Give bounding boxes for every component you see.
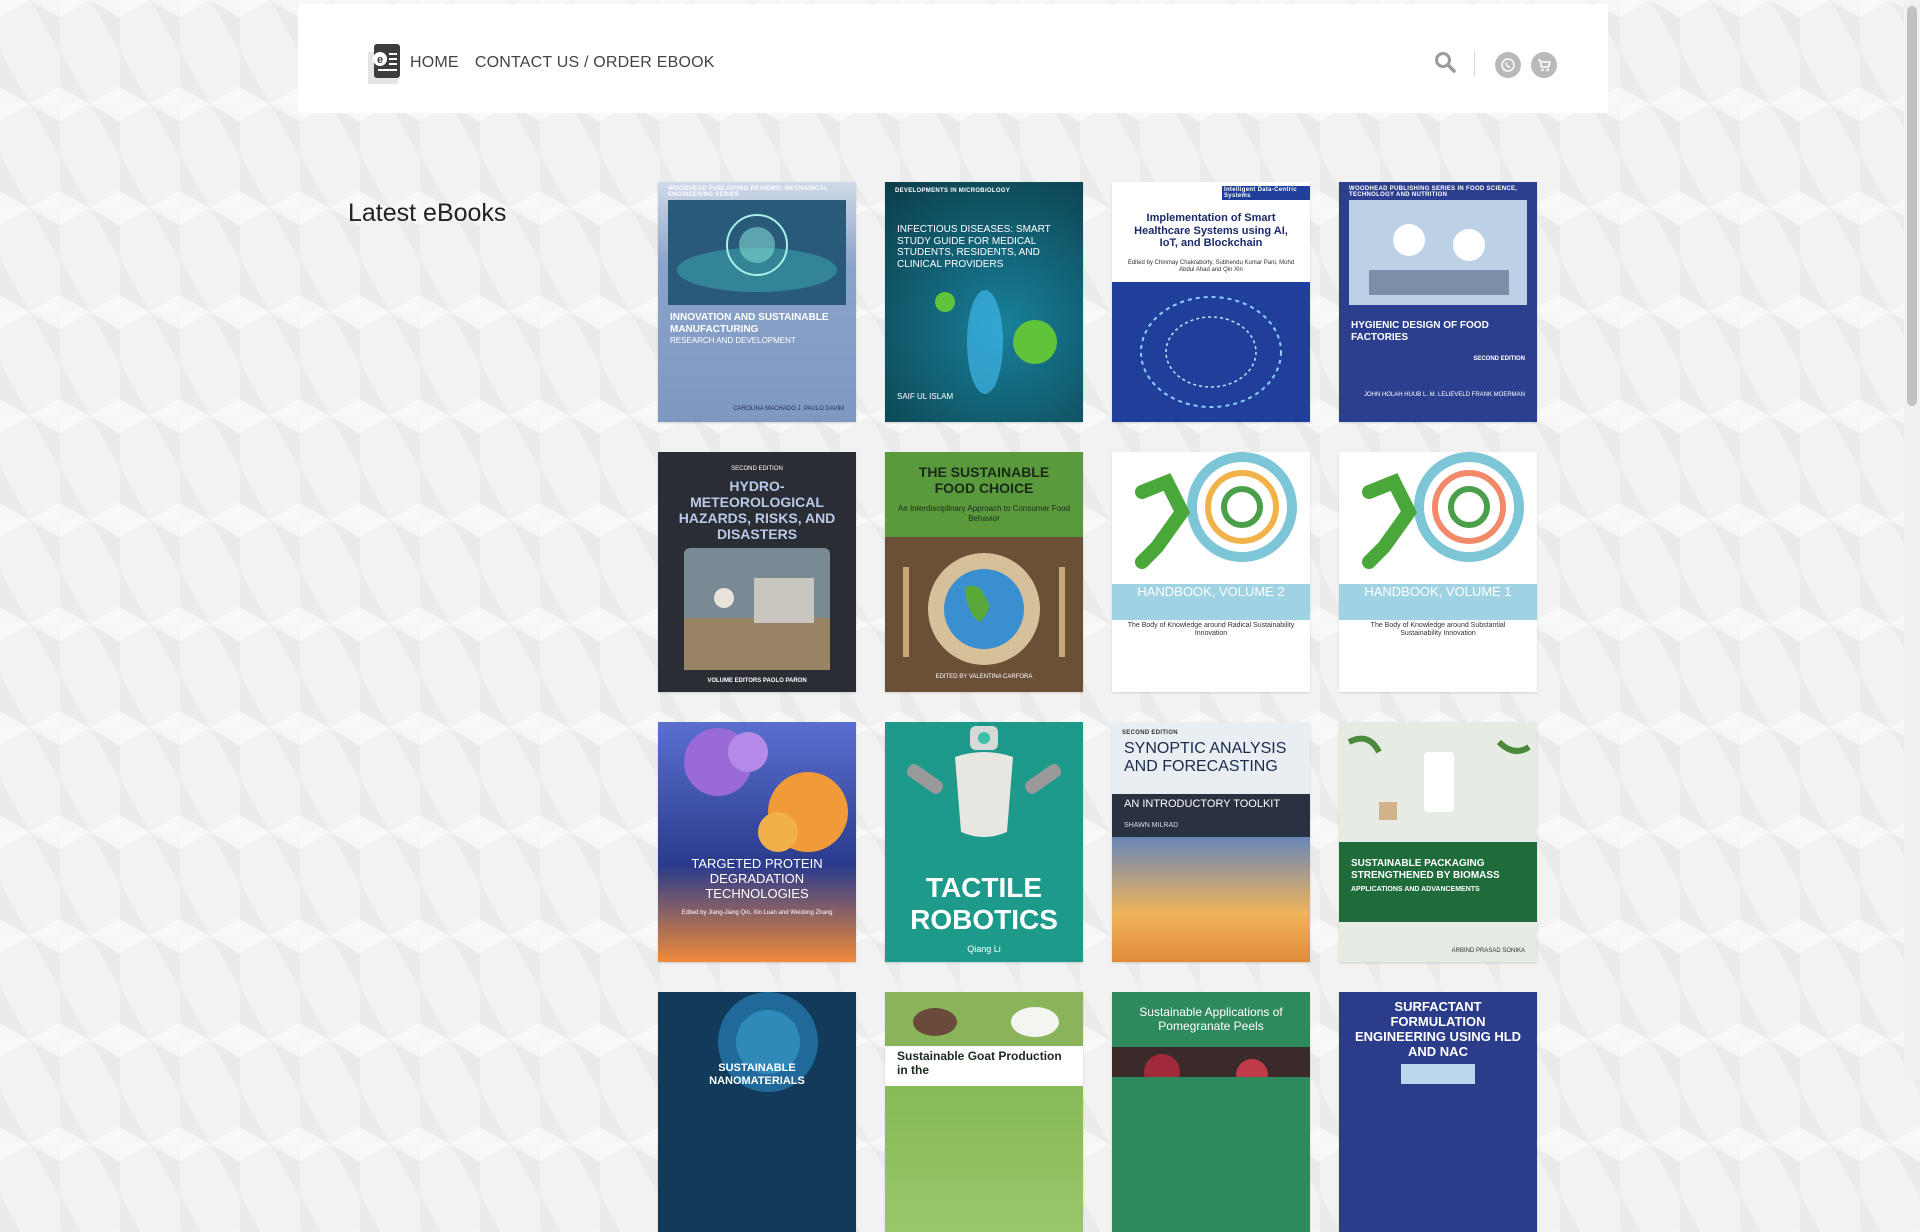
search-icon[interactable] (1434, 51, 1456, 73)
runner-wheel-illustration (1135, 452, 1297, 569)
book-card[interactable]: TARGETED PROTEIN DEGRADATION TECHNOLOGIE… (658, 722, 856, 962)
book-card[interactable]: TACTILE ROBOTICS Qiang Li (885, 722, 1083, 962)
ebook-logo-icon[interactable]: e (366, 42, 402, 86)
book-card[interactable]: WOODHEAD PUBLISHING REVIEWS: MECHANICAL … (658, 182, 856, 422)
book-card[interactable]: Intelligent Data-Centric Systems Impleme… (1112, 182, 1310, 422)
section-title: Latest eBooks (348, 198, 507, 227)
protein-illustration (684, 728, 848, 852)
page-scrollbar[interactable] (1904, 0, 1920, 1080)
book-card[interactable]: Sustainable Applications of Pomegranate … (1112, 992, 1310, 1232)
nav-home-link[interactable]: HOME (410, 54, 459, 72)
packaging-photo (1339, 722, 1537, 842)
runner-wheel-illustration (1362, 452, 1524, 569)
book-card[interactable]: THE SUSTAINABILITY HANDBOOK, VOLUME 1 Th… (1339, 452, 1537, 692)
nav-contact-link[interactable]: CONTACT US / ORDER EBOOK (475, 54, 715, 72)
cover-image (1401, 1064, 1475, 1084)
book-card[interactable]: SURFACTANT FORMULATION ENGINEERING USING… (1339, 992, 1537, 1232)
factory-photo (1349, 200, 1527, 305)
header-divider (1474, 50, 1475, 76)
circuit-brain-image (1112, 282, 1310, 422)
earth-plate-illustration (885, 537, 1083, 692)
book-card[interactable]: SUSTAINABLE NANOMATERIALS (658, 992, 856, 1232)
virus-illustration (935, 290, 1057, 394)
pomegranate-photo (1112, 1047, 1310, 1077)
site-header: e HOME CONTACT US / ORDER EBOOK (298, 4, 1608, 113)
book-card[interactable]: SUSTAINABLE PACKAGING STRENGTHENED BY BI… (1339, 722, 1537, 962)
goats-photo (885, 992, 1083, 1052)
robot-illustration (906, 726, 1062, 837)
book-card[interactable]: SECOND EDITION SYNOPTIC ANALYSIS AND FOR… (1112, 722, 1310, 962)
svg-text:e: e (377, 54, 383, 66)
main-nav: HOME CONTACT US / ORDER EBOOK (410, 54, 715, 72)
cart-icon[interactable] (1531, 52, 1557, 78)
book-cover-image (668, 200, 846, 305)
cover-title-band (1339, 842, 1537, 922)
scrollbar-thumb[interactable] (1907, 6, 1917, 406)
book-card[interactable]: THE SUSTAINABILITY HANDBOOK, VOLUME 2 Th… (1112, 452, 1310, 692)
book-card[interactable]: THE SUSTAINABLE FOOD CHOICE An Interdisc… (885, 452, 1083, 692)
book-card[interactable]: SECOND EDITION HYDRO-METEOROLOGICAL HAZA… (658, 452, 856, 692)
book-card[interactable]: WOODHEAD PUBLISHING SERIES IN FOOD SCIEN… (1339, 182, 1537, 422)
flood-photo (684, 548, 830, 670)
book-card[interactable]: Sustainable Goat Production in the (885, 992, 1083, 1232)
whatsapp-icon[interactable] (1495, 52, 1521, 78)
book-card[interactable]: DEVELOPMENTS IN MICROBIOLOGY INFECTIOUS … (885, 182, 1083, 422)
